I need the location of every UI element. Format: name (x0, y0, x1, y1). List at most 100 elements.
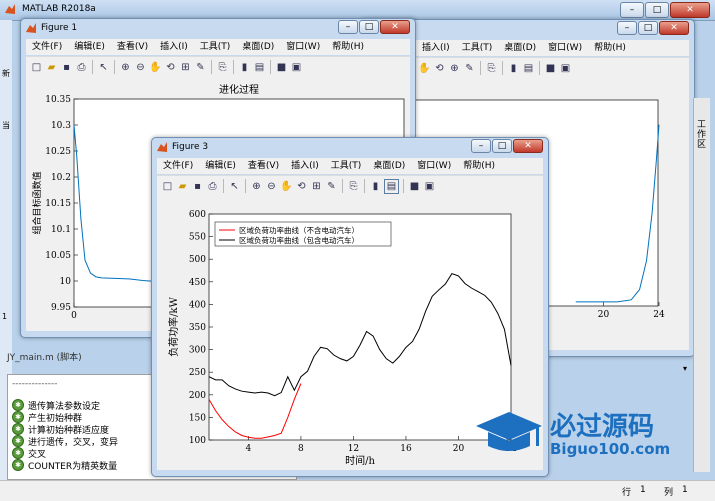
back-menu-window[interactable]: 窗口(W) (542, 40, 588, 56)
x-tick-label: 20 (598, 310, 610, 320)
menu-view[interactable]: 查看(V) (242, 158, 285, 174)
menu-tools[interactable]: 工具(T) (194, 39, 237, 55)
menu-insert[interactable]: 插入(I) (285, 158, 325, 174)
y-tick-label: 200 (189, 391, 206, 401)
matlab-logo-icon (5, 4, 15, 14)
list-item[interactable]: ✱ 计算初始种群适应度 (12, 423, 118, 436)
back-figure-close-button[interactable]: ✕ (659, 21, 689, 35)
back-menu-help[interactable]: 帮助(H) (588, 40, 632, 56)
zoom-in-icon[interactable]: ⊕ (119, 61, 132, 74)
workspace-strip[interactable]: 工作区 (693, 98, 710, 472)
menu-file[interactable]: 文件(F) (157, 158, 199, 174)
toolbar-separator (92, 60, 93, 74)
menu-window[interactable]: 窗口(W) (411, 158, 457, 174)
toolbar-separator (223, 179, 224, 193)
menu-insert[interactable]: 插入(I) (154, 39, 194, 55)
colorbar-icon[interactable]: ▮ (238, 61, 251, 74)
back-menu-tools[interactable]: 工具(T) (456, 40, 499, 56)
x-tick-label: 8 (298, 444, 304, 454)
y-axis-label: 组合目标函数值 (31, 171, 43, 234)
list-item[interactable]: ✱ 交叉 (12, 447, 118, 460)
back-figure-maximize-button[interactable]: □ (638, 21, 658, 35)
menu-edit[interactable]: 编辑(E) (68, 39, 111, 55)
menu-help[interactable]: 帮助(H) (457, 158, 501, 174)
command-list: ✱ 遗传算法参数设定 ✱ 产生初始种群 ✱ 计算初始种群适应度 ✱ 进行遗传，交叉，变异… (12, 399, 118, 472)
hide-tools-icon[interactable]: ■ (275, 61, 288, 74)
link-icon[interactable]: ⎘ (216, 61, 229, 74)
save-icon[interactable]: ▪ (60, 61, 73, 74)
brush-icon[interactable]: ✎ (325, 180, 338, 193)
hide-tools-icon[interactable]: ■ (408, 180, 421, 193)
data-cursor-icon[interactable]: ⊞ (179, 61, 192, 74)
minimize-button[interactable]: – (620, 2, 644, 18)
figure3-minimize-button[interactable]: – (471, 139, 491, 153)
figure3-maximize-button[interactable]: □ (492, 139, 512, 153)
colorbar-icon[interactable]: ▮ (369, 180, 382, 193)
legend-icon[interactable]: ▤ (522, 62, 535, 75)
workspace-tab[interactable]: 工作区 (697, 120, 707, 150)
menu-tools[interactable]: 工具(T) (325, 158, 368, 174)
zoom-out-icon[interactable]: ⊖ (265, 180, 278, 193)
show-tools-icon[interactable]: ▣ (423, 180, 436, 193)
zoom-out-icon[interactable]: ⊖ (134, 61, 147, 74)
data-cursor-icon[interactable]: ⊕ (448, 62, 461, 75)
figure1-maximize-button[interactable]: □ (359, 20, 379, 34)
list-item[interactable]: ✱ COUNTER为精英数量 (12, 459, 118, 472)
list-item[interactable]: ✱ 遗传算法参数设定 (12, 399, 118, 412)
new-icon[interactable]: □ (30, 61, 43, 74)
print-icon[interactable]: ⎙ (75, 61, 88, 74)
pan-icon[interactable]: ✋ (280, 180, 293, 193)
menu-view[interactable]: 查看(V) (111, 39, 154, 55)
legend-icon[interactable]: ▤ (384, 178, 399, 194)
pan-icon[interactable]: ✋ (149, 61, 162, 74)
brush-icon[interactable]: ✎ (463, 62, 476, 75)
legend-icon[interactable]: ▤ (253, 61, 266, 74)
menu-help[interactable]: 帮助(H) (326, 39, 370, 55)
list-item[interactable]: ✱ 产生初始种群 (12, 411, 118, 424)
show-tools-icon[interactable]: ▣ (559, 62, 572, 75)
figure3-title-bar[interactable]: Figure 3 – □ ✕ (152, 138, 548, 156)
back-menu-insert[interactable]: 插入(I) (416, 40, 456, 56)
figure1-title-bar[interactable]: Figure 1 – □ ✕ (21, 19, 415, 37)
figure3-close-button[interactable]: ✕ (513, 139, 543, 153)
x-tick-label: 24 (653, 310, 665, 320)
figure1-minimize-button[interactable]: – (338, 20, 358, 34)
save-icon[interactable]: ▪ (191, 180, 204, 193)
link-icon[interactable]: ⎘ (347, 180, 360, 193)
figure1-close-button[interactable]: ✕ (380, 20, 410, 34)
menu-edit[interactable]: 编辑(E) (199, 158, 242, 174)
menu-desktop[interactable]: 桌面(D) (236, 39, 280, 55)
link-icon[interactable]: ⎘ (485, 62, 498, 75)
data-cursor-icon[interactable]: ⊞ (310, 180, 323, 193)
open-icon[interactable]: ▰ (45, 61, 58, 74)
open-icon[interactable]: ▰ (176, 180, 189, 193)
arrow-icon[interactable]: ↖ (228, 180, 241, 193)
maximize-button[interactable]: □ (645, 2, 669, 18)
rotate-icon[interactable]: ⟲ (295, 180, 308, 193)
pan-icon[interactable]: ✋ (418, 62, 431, 75)
menu-file[interactable]: 文件(F) (26, 39, 68, 55)
y-tick-label: 250 (189, 368, 206, 378)
y-tick-label: 450 (189, 278, 206, 288)
hide-tools-icon[interactable]: ■ (544, 62, 557, 75)
back-figure-minimize-button[interactable]: – (617, 21, 637, 35)
zoom-in-icon[interactable]: ⊕ (250, 180, 263, 193)
back-menu-desktop[interactable]: 桌面(D) (498, 40, 542, 56)
brush-icon[interactable]: ✎ (194, 61, 207, 74)
menu-window[interactable]: 窗口(W) (280, 39, 326, 55)
close-button[interactable]: ✕ (670, 2, 710, 18)
show-tools-icon[interactable]: ▣ (290, 61, 303, 74)
y-tick-label: 10.2 (51, 173, 71, 183)
new-icon[interactable]: □ (161, 180, 174, 193)
editor-tab[interactable]: JY_main.m (脚本) (7, 350, 152, 363)
colorbar-icon[interactable]: ▮ (507, 62, 520, 75)
print-icon[interactable]: ⎙ (206, 180, 219, 193)
list-item[interactable]: ✱ 进行遗传，交叉，变异 (12, 435, 118, 448)
gear-icon: ✱ (12, 423, 24, 435)
gear-icon: ✱ (12, 435, 24, 447)
scroll-up-icon[interactable]: ▾ (680, 364, 690, 374)
arrow-icon[interactable]: ↖ (97, 61, 110, 74)
menu-desktop[interactable]: 桌面(D) (367, 158, 411, 174)
rotate-icon[interactable]: ⟲ (433, 62, 446, 75)
rotate-icon[interactable]: ⟲ (164, 61, 177, 74)
